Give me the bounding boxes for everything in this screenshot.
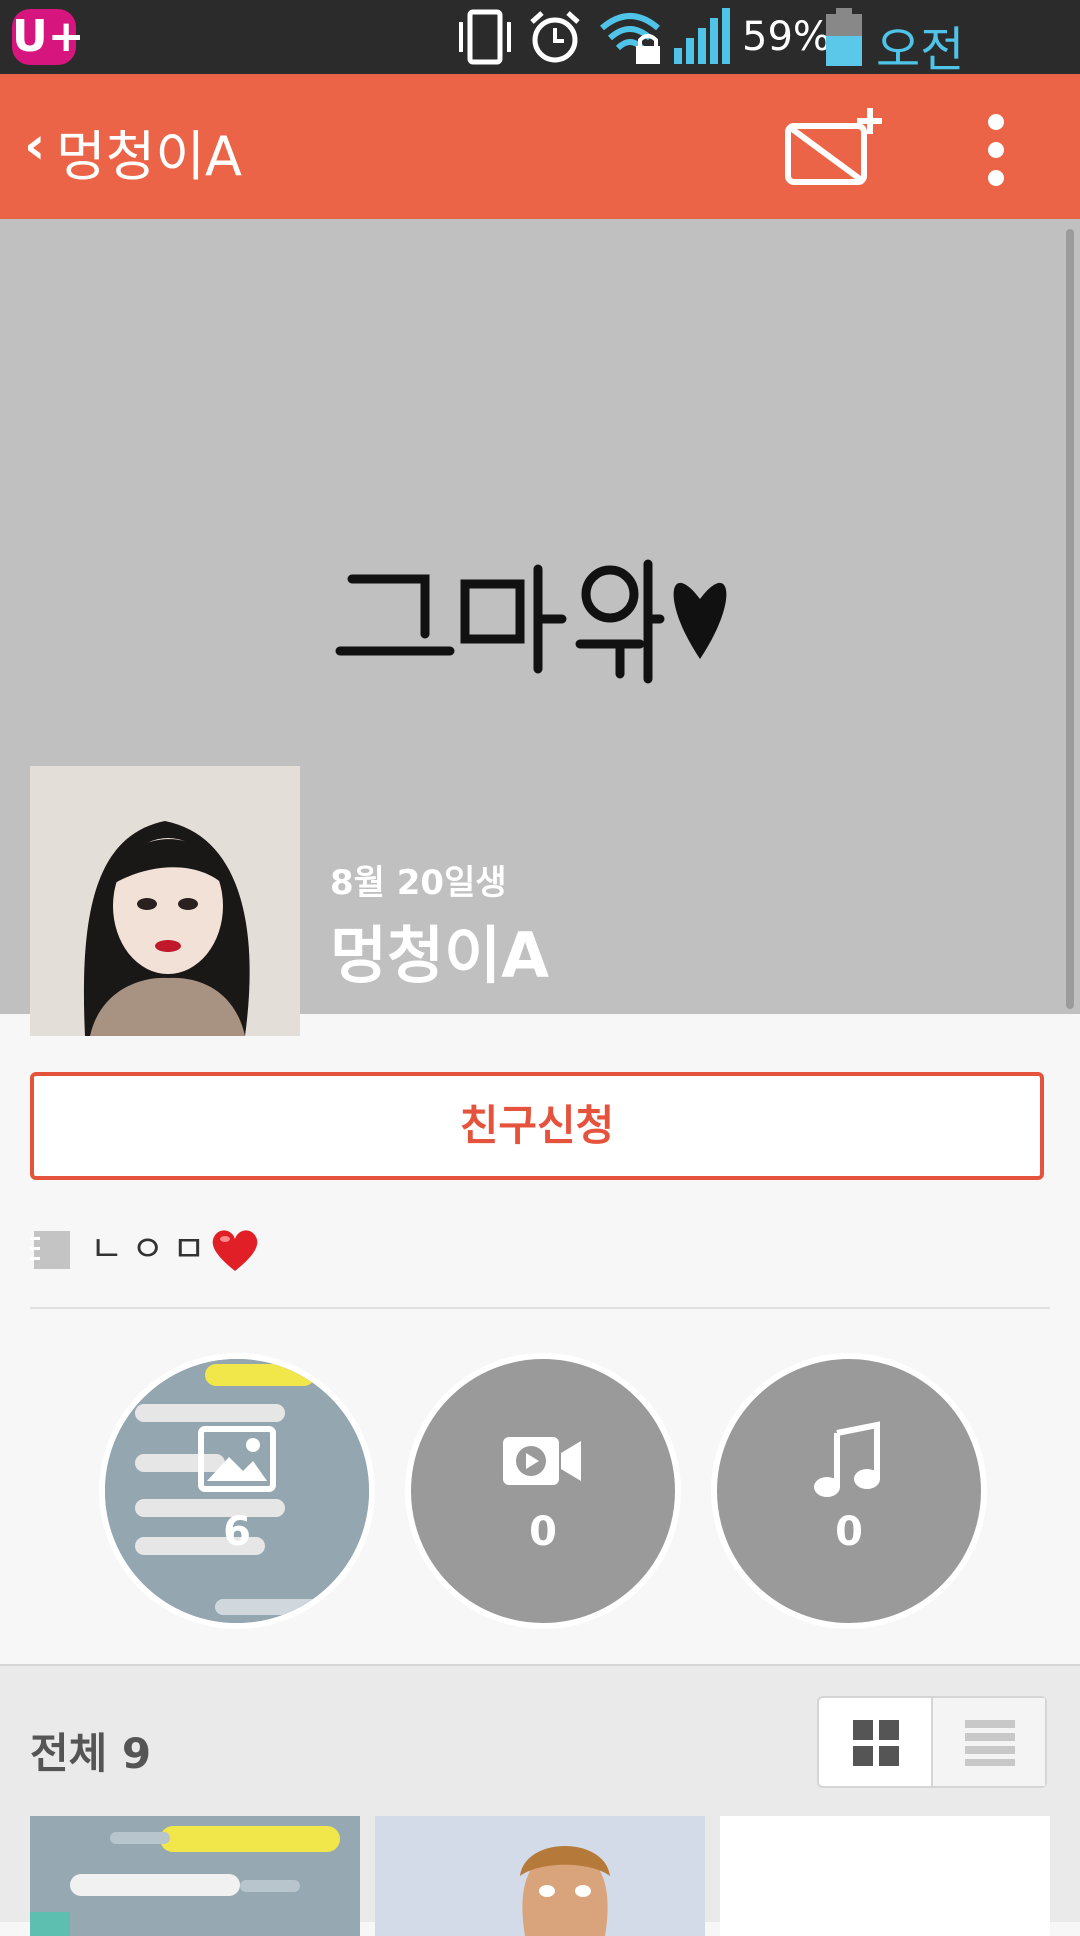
gallery-thumbnail[interactable] — [375, 1816, 705, 1936]
video-count: 0 — [529, 1509, 557, 1555]
status-bar: U+ 59% 오전 9:33 — [0, 0, 1080, 136]
battery-percent: 59% — [742, 14, 831, 60]
photo-count-circle[interactable]: 6 — [99, 1353, 375, 1629]
status-note-icon — [30, 1231, 70, 1269]
gallery-thumbnail[interactable] — [30, 1816, 360, 1936]
gallery-thumbnail[interactable] — [720, 1816, 1050, 1936]
scrollbar — [1066, 229, 1074, 1009]
heart-icon — [212, 1230, 258, 1271]
no-photo-icon[interactable] — [782, 104, 882, 194]
wifi-lock-icon — [600, 13, 660, 64]
view-toggle — [817, 1696, 1047, 1788]
friend-request-button[interactable]: 친구신청 — [30, 1072, 1044, 1180]
gallery-section: 전체 9 — [0, 1664, 1080, 1936]
music-note-icon — [814, 1421, 880, 1497]
music-count: 0 — [835, 1509, 863, 1555]
divider — [30, 1307, 1050, 1309]
more-vert-icon[interactable] — [968, 112, 1024, 188]
avatar[interactable] — [30, 766, 300, 1036]
status-message-text: ㄴㅇㅁ — [90, 1229, 214, 1270]
profile-name: 멍청이A — [330, 919, 550, 992]
grid-view-button[interactable] — [819, 1698, 931, 1786]
photo-count: 6 — [223, 1509, 251, 1555]
birthday-label: 8월 20일생 — [330, 863, 507, 903]
music-count-circle[interactable]: 0 — [711, 1353, 987, 1629]
app-title[interactable]: 멍청이A — [56, 112, 242, 191]
cover-handwriting — [330, 539, 750, 689]
grid-view-icon — [853, 1720, 899, 1766]
signal-icon — [674, 8, 730, 64]
video-count-circle[interactable]: 0 — [405, 1353, 681, 1629]
alarm-icon — [530, 11, 580, 63]
vibrate-icon — [459, 9, 511, 65]
image-icon — [198, 1426, 276, 1492]
back-chevron-icon[interactable]: ‹ — [24, 116, 45, 176]
battery-icon — [826, 8, 862, 66]
list-view-icon — [965, 1720, 1015, 1766]
video-camera-icon — [503, 1437, 581, 1485]
carrier-logo: U+ — [12, 9, 85, 65]
gallery-total-label: 전체 9 — [30, 1729, 152, 1778]
app-bar: ‹ 멍청이A — [0, 74, 1080, 219]
list-view-button[interactable] — [931, 1698, 1045, 1786]
